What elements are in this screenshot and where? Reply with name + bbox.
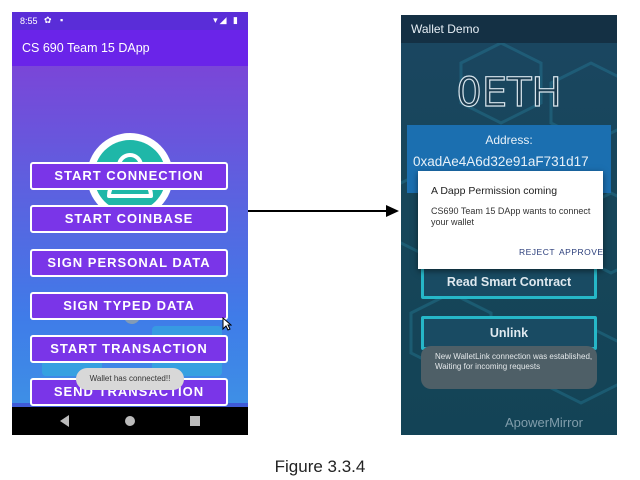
read-smart-contract-button[interactable]: Read Smart Contract bbox=[421, 265, 597, 299]
approve-button[interactable]: APPROVE bbox=[559, 247, 604, 257]
app-title: CS 690 Team 15 DApp bbox=[22, 41, 150, 55]
unlink-button[interactable]: Unlink bbox=[421, 316, 597, 350]
start-transaction-button[interactable]: START TRANSACTION bbox=[30, 335, 228, 363]
sign-personal-data-button[interactable]: SIGN PERSONAL DATA bbox=[30, 249, 228, 277]
recents-icon[interactable] bbox=[190, 416, 200, 426]
window-title: Wallet Demo bbox=[411, 22, 480, 36]
flow-arrow-head bbox=[386, 205, 399, 217]
start-connection-button[interactable]: START CONNECTION bbox=[30, 162, 228, 190]
signal-battery-icons: ▾◢ ▮ bbox=[213, 15, 240, 25]
permission-dialog: A Dapp Permission coming CS690 Team 15 D… bbox=[418, 171, 603, 269]
app-bar: CS 690 Team 15 DApp bbox=[12, 30, 248, 66]
dapp-phone-screen: 8:55 ✿ ▪ ▾◢ ▮ CS 690 Team 15 DApp START … bbox=[12, 12, 248, 435]
eth-balance: 0ETH bbox=[456, 69, 562, 116]
navigation-bar bbox=[12, 407, 248, 435]
address-value: 0xadAe4A6d32e91aF731d17 bbox=[413, 154, 589, 169]
dialog-message: CS690 Team 15 DApp wants to connect your… bbox=[431, 206, 591, 227]
notification-icons: ✿ ▪ bbox=[44, 15, 67, 25]
walletlink-toast: New WalletLink connection was establishe… bbox=[421, 346, 597, 389]
home-icon[interactable] bbox=[125, 416, 135, 426]
wallet-phone-screen: Wallet Demo 0ETH Address: 0xadAe4A6d32e9… bbox=[401, 15, 617, 435]
watermark: ApowerMirror bbox=[505, 415, 584, 430]
address-label: Address: bbox=[485, 133, 533, 147]
dialog-title: A Dapp Permission coming bbox=[431, 185, 558, 197]
reject-button[interactable]: REJECT bbox=[519, 247, 555, 257]
status-bar: 8:55 ✿ ▪ ▾◢ ▮ bbox=[12, 12, 248, 30]
window-title-bar: Wallet Demo bbox=[401, 15, 617, 43]
back-icon[interactable] bbox=[60, 415, 69, 427]
start-coinbase-button[interactable]: START COINBASE bbox=[30, 205, 228, 233]
sign-typed-data-button[interactable]: SIGN TYPED DATA bbox=[30, 292, 228, 320]
figure-caption: Figure 3.3.4 bbox=[274, 457, 366, 476]
connected-toast: Wallet has connected!! bbox=[76, 368, 184, 390]
status-time: 8:55 bbox=[20, 16, 38, 26]
flow-arrow-line bbox=[248, 210, 388, 212]
mouse-cursor-icon bbox=[222, 317, 232, 331]
